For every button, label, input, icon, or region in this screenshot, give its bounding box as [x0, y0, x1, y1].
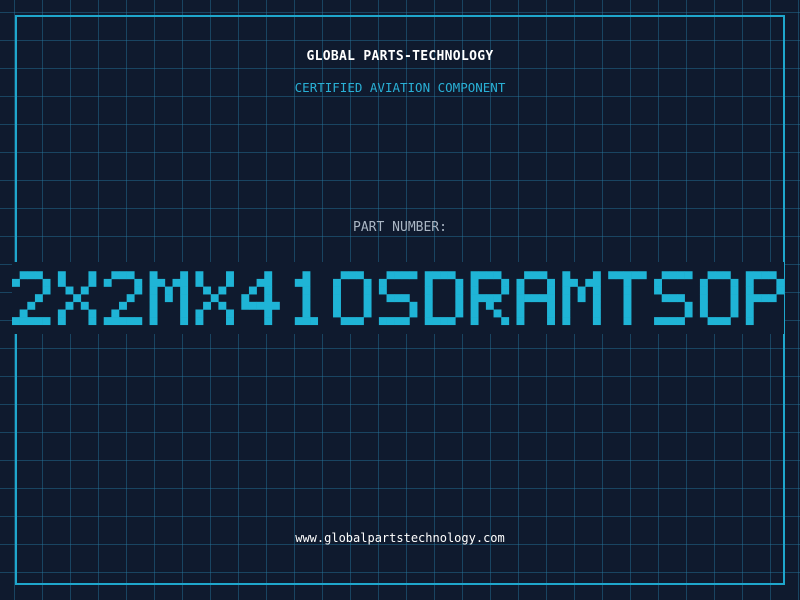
part-number-char: [294, 271, 319, 326]
part-number-char: [57, 271, 97, 326]
part-number-char: [424, 271, 464, 326]
company-name: GLOBAL PARTS-TECHNOLOGY: [306, 49, 494, 64]
part-number-char: [470, 271, 510, 326]
website-url[interactable]: www.globalpartstechnology.com: [0, 531, 800, 545]
part-number-display: [12, 271, 784, 326]
part-number-char: [149, 271, 189, 326]
part-number-char: [241, 271, 280, 326]
part-number-char: [378, 271, 418, 326]
certification-tagline: CERTIFIED AVIATION COMPONENT: [294, 80, 506, 95]
part-number-char: [333, 271, 372, 326]
part-number-char: [654, 271, 693, 326]
part-number-char: [608, 271, 647, 326]
part-number-char: [103, 271, 143, 326]
part-number-char: [516, 271, 555, 326]
part-number-char: [745, 271, 784, 326]
part-number-char: [195, 271, 234, 326]
part-number-label: PART NUMBER:: [353, 220, 447, 235]
part-number-char: [12, 271, 51, 326]
part-number-char: [699, 271, 739, 326]
part-number-char: [562, 271, 601, 326]
